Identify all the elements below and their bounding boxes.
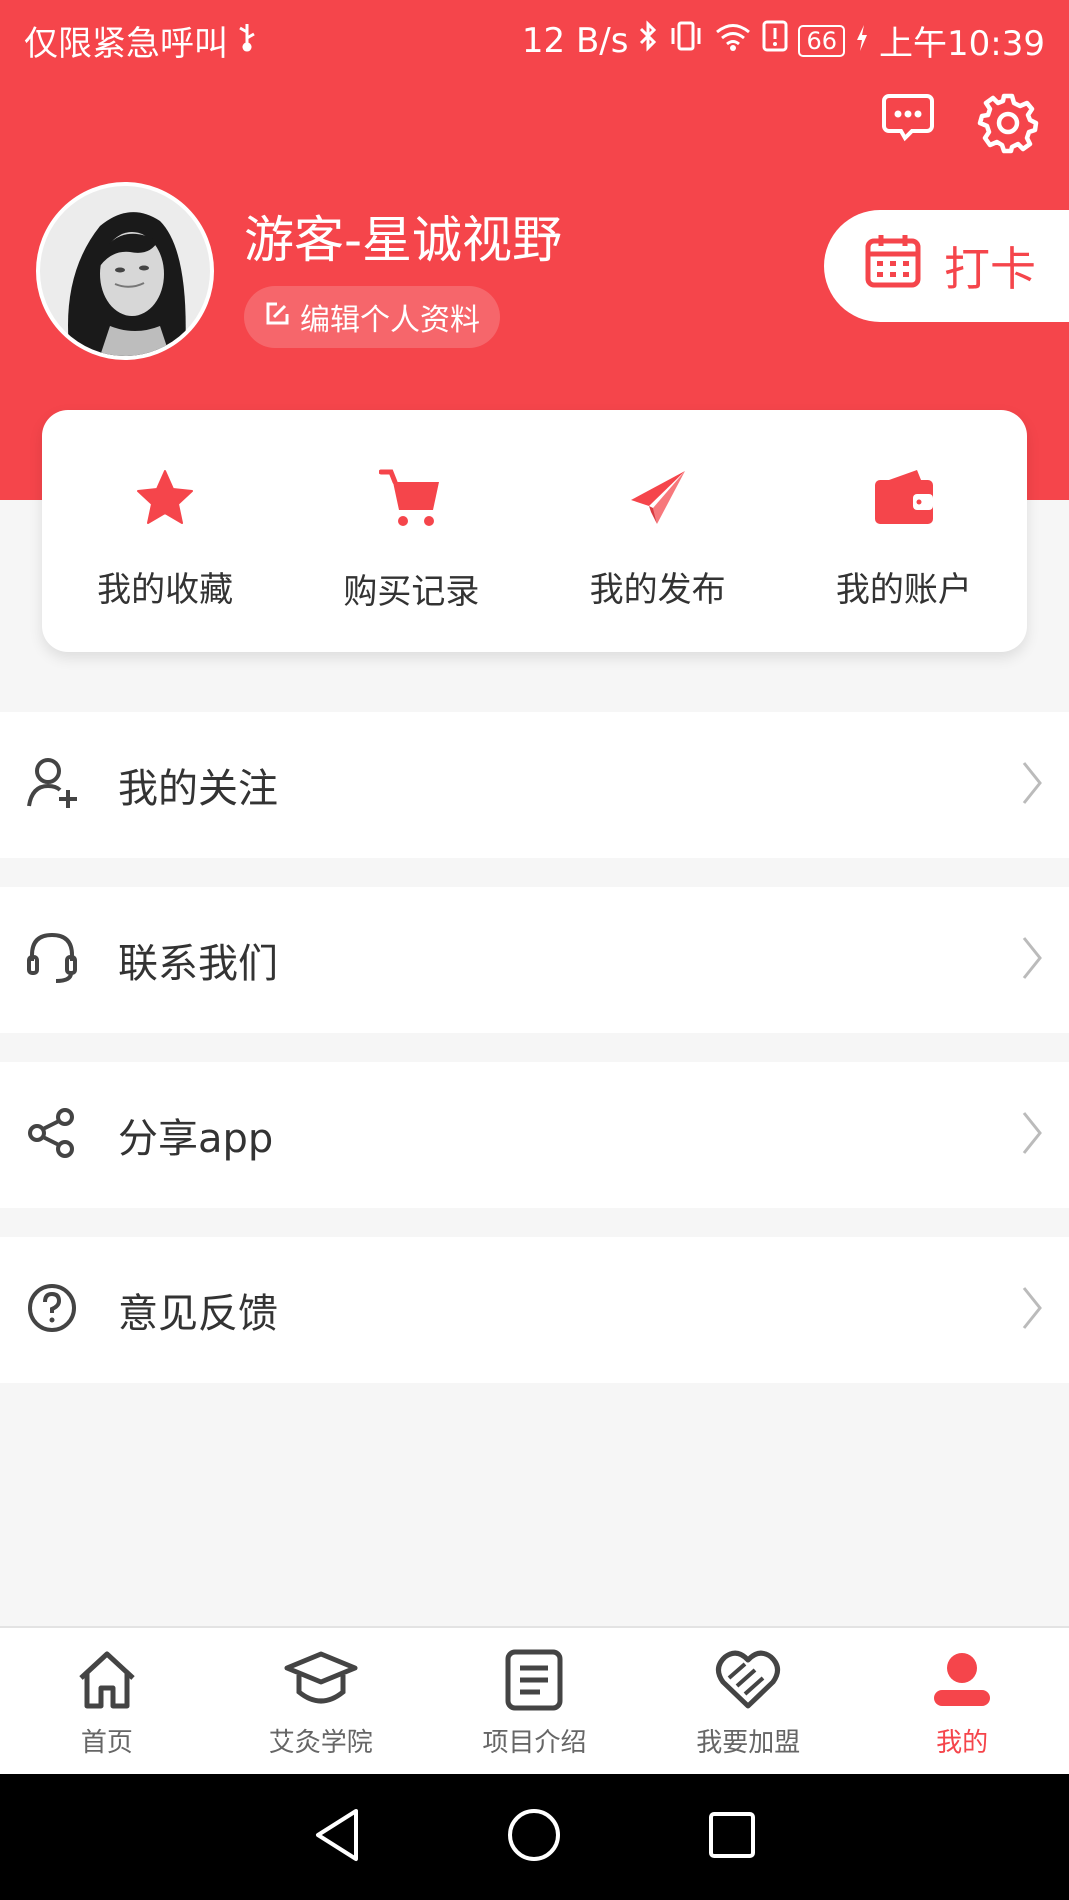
cart-icon	[378, 468, 443, 534]
settings-gear-icon[interactable]	[977, 92, 1039, 154]
tab-projects[interactable]: 项目介绍	[428, 1628, 642, 1774]
quick-actions-card: 我的收藏 购买记录 我的发布 我的账户	[42, 410, 1027, 652]
checkin-button[interactable]: 打卡	[824, 210, 1069, 322]
home-icon	[75, 1648, 139, 1716]
status-bar: 仅限紧急呼叫 12 B/s 66 上午10:39	[0, 0, 1069, 74]
bottom-tab-bar: 首页 艾灸学院 项目介绍 我要加盟 我的	[0, 1626, 1069, 1774]
menu-item-contact[interactable]: 联系我们	[0, 887, 1069, 1033]
menu-item-label: 联系我们	[118, 941, 278, 987]
carrier-text: 仅限紧急呼叫	[24, 24, 228, 64]
headset-icon	[26, 931, 78, 989]
menu-item-share[interactable]: 分享app	[0, 1062, 1069, 1208]
vibrate-icon	[668, 20, 704, 61]
quick-action-account[interactable]: 我的账户	[781, 410, 1027, 652]
clock: 上午10:39	[879, 24, 1045, 64]
tab-label: 项目介绍	[482, 1728, 587, 1758]
menu-item-label: 分享app	[118, 1116, 274, 1162]
network-speed: 12 B/s	[521, 20, 629, 61]
usb-icon	[236, 21, 258, 61]
chevron-right-icon	[1021, 760, 1043, 810]
quick-action-label: 我的发布	[589, 570, 726, 610]
tab-franchise[interactable]: 我要加盟	[641, 1628, 855, 1774]
share-icon	[26, 1107, 76, 1163]
menu-item-label: 意见反馈	[118, 1291, 278, 1337]
quick-action-posts[interactable]: 我的发布	[535, 410, 781, 652]
quick-action-label: 购买记录	[343, 572, 480, 612]
user-icon	[930, 1648, 994, 1716]
edit-profile-label: 编辑个人资料	[300, 303, 480, 338]
back-icon[interactable]	[312, 1807, 362, 1867]
menu-item-feedback[interactable]: 意见反馈	[0, 1237, 1069, 1383]
star-icon	[135, 468, 195, 532]
paper-plane-icon	[627, 468, 689, 532]
edit-icon	[264, 300, 290, 335]
quick-action-label: 我的收藏	[97, 570, 234, 610]
home-circle-icon[interactable]	[506, 1807, 562, 1867]
graduation-cap-icon	[284, 1648, 358, 1716]
chevron-right-icon	[1021, 1285, 1043, 1335]
user-add-icon	[26, 756, 80, 814]
quick-action-favorites[interactable]: 我的收藏	[42, 410, 288, 652]
menu-item-label: 我的关注	[118, 766, 278, 812]
chevron-right-icon	[1021, 935, 1043, 985]
battery-level: 66	[798, 24, 846, 57]
chevron-right-icon	[1021, 1110, 1043, 1160]
edit-profile-button[interactable]: 编辑个人资料	[244, 286, 500, 348]
alert-icon	[762, 20, 788, 61]
handshake-heart-icon	[715, 1648, 781, 1716]
wifi-icon	[714, 21, 752, 61]
wallet-icon	[873, 468, 935, 532]
tab-label: 艾灸学院	[268, 1728, 373, 1758]
tab-academy[interactable]: 艾灸学院	[214, 1628, 428, 1774]
tab-label: 我要加盟	[696, 1728, 801, 1758]
quick-action-label: 我的账户	[835, 570, 972, 610]
tab-home[interactable]: 首页	[0, 1628, 214, 1774]
charging-icon	[855, 21, 869, 61]
tab-mine[interactable]: 我的	[855, 1628, 1069, 1774]
checkin-label: 打卡	[944, 242, 1036, 296]
avatar[interactable]	[36, 182, 214, 360]
quick-action-purchases[interactable]: 购买记录	[288, 410, 534, 652]
calendar-icon	[864, 232, 922, 301]
tab-label: 首页	[80, 1728, 133, 1758]
tab-label: 我的	[936, 1728, 989, 1758]
username: 游客-星诚视野	[244, 211, 563, 269]
bluetooth-icon	[638, 20, 658, 61]
message-icon[interactable]	[881, 92, 935, 154]
document-icon	[502, 1648, 566, 1716]
question-icon	[26, 1282, 78, 1338]
system-navigation-bar	[0, 1774, 1069, 1900]
recents-icon[interactable]	[707, 1810, 757, 1864]
menu-item-follow[interactable]: 我的关注	[0, 712, 1069, 858]
